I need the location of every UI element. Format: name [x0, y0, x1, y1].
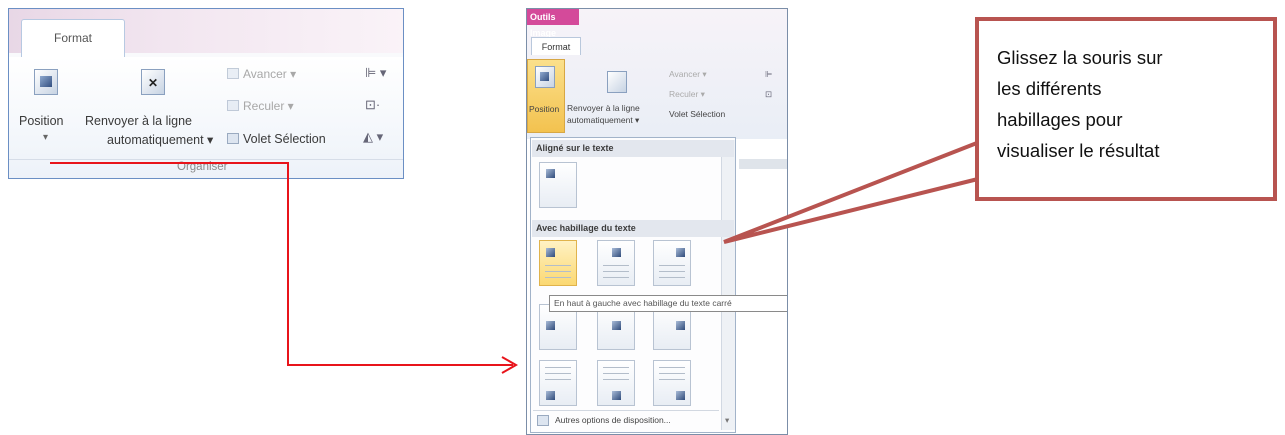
- callout-line-4: visualiser le résultat: [997, 140, 1160, 161]
- callout-line-1: Glissez la souris sur: [997, 47, 1163, 68]
- callout-line-2: les différents: [997, 78, 1102, 99]
- callout-text: Glissez la souris sur les différents hab…: [997, 42, 1267, 166]
- callout-line-3: habillages pour: [997, 109, 1123, 130]
- instruction-callout: Glissez la souris sur les différents hab…: [975, 17, 1277, 201]
